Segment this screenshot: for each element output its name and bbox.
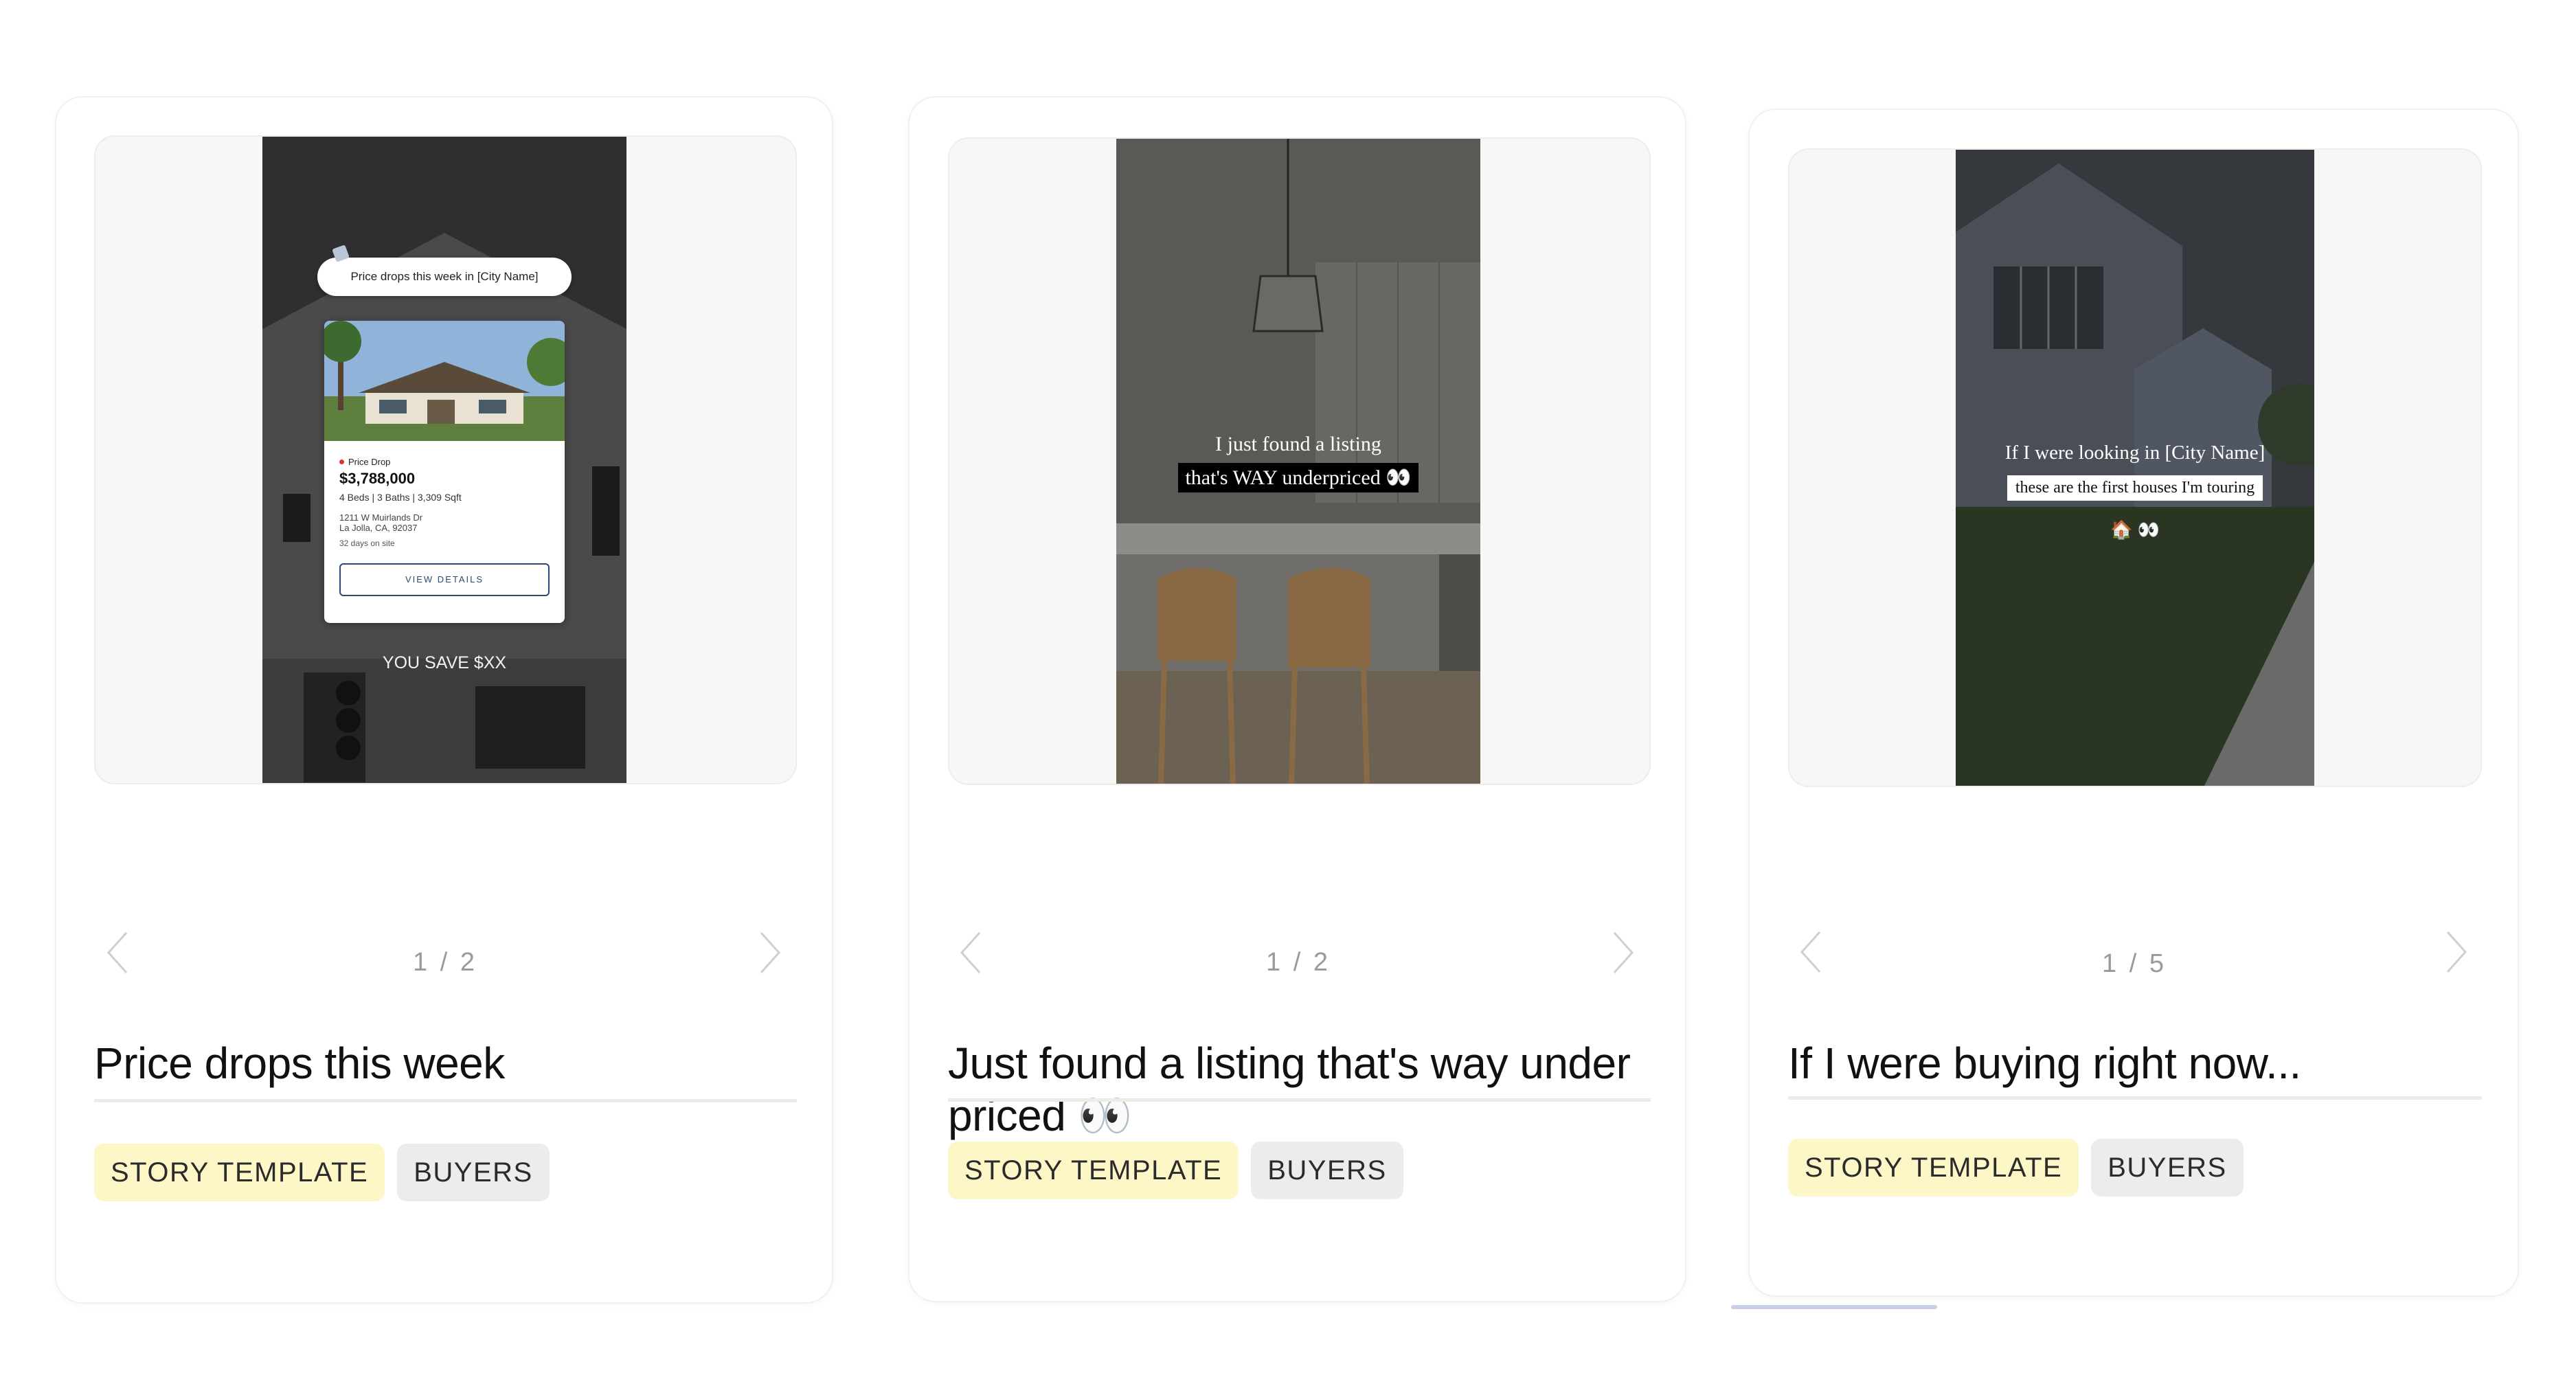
- divider: [94, 1099, 797, 1102]
- view-details-button[interactable]: VIEW DETAILS: [339, 563, 550, 596]
- chevron-right-icon[interactable]: [750, 925, 791, 980]
- story-preview-image[interactable]: Price drops this week in [City Name] Pri…: [262, 137, 626, 783]
- listing-specs: 4 Beds | 3 Baths | 3,309 Sqft: [339, 492, 462, 503]
- template-card-3[interactable]: If I were looking in [City Name] these a…: [1748, 109, 2519, 1297]
- card-title[interactable]: Just found a listing that's way under pr…: [948, 1037, 1656, 1142]
- chevron-right-icon[interactable]: [1603, 925, 1645, 980]
- slide-counter: 1 / 2: [1266, 948, 1331, 977]
- preview-caption-line-1: If I were looking in [City Name]: [2004, 442, 2266, 464]
- listing-price: $3,788,000: [339, 470, 416, 487]
- tags-row: STORY TEMPLATE BUYERS: [94, 1144, 550, 1201]
- story-preview-image[interactable]: I just found a listing that's WAY underp…: [1116, 139, 1480, 784]
- tag-buyers[interactable]: BUYERS: [1251, 1142, 1403, 1199]
- preview-caption-line-2: that's WAY underpriced 👀: [1178, 463, 1419, 492]
- preview-header-pill: Price drops this week in [City Name]: [317, 258, 572, 296]
- preview-frame: Price drops this week in [City Name] Pri…: [94, 135, 797, 784]
- tags-row: STORY TEMPLATE BUYERS: [948, 1142, 1403, 1199]
- card-title[interactable]: If I were buying right now...: [1788, 1037, 2496, 1089]
- slide-counter: 1 / 5: [2102, 949, 2167, 978]
- preview-caption-line-3: 🏠 👀: [2110, 519, 2160, 540]
- kitchen-illustration: [1116, 139, 1480, 784]
- price-drop-icon: [339, 460, 344, 464]
- price-drop-badge: Price Drop: [348, 457, 391, 467]
- chevron-left-icon[interactable]: [1789, 925, 1831, 979]
- chevron-left-icon[interactable]: [949, 925, 991, 980]
- divider: [948, 1098, 1651, 1102]
- slide-counter: 1 / 2: [413, 948, 477, 977]
- story-preview-image[interactable]: If I were looking in [City Name] these a…: [1956, 150, 2314, 786]
- suburban-houses-illustration: [1956, 150, 2314, 786]
- scroll-indicator: [1731, 1305, 1937, 1309]
- template-card-1[interactable]: Price drops this week in [City Name] Pri…: [55, 96, 833, 1304]
- savings-text: YOU SAVE $XX: [382, 653, 507, 672]
- tag-story-template[interactable]: STORY TEMPLATE: [948, 1142, 1239, 1199]
- template-card-2[interactable]: I just found a listing that's WAY underp…: [908, 96, 1686, 1302]
- tag-buyers[interactable]: BUYERS: [397, 1144, 550, 1201]
- divider: [1788, 1096, 2482, 1100]
- tags-row: STORY TEMPLATE BUYERS: [1788, 1139, 2244, 1196]
- tag-story-template[interactable]: STORY TEMPLATE: [1788, 1139, 2079, 1196]
- tag-buyers[interactable]: BUYERS: [2091, 1139, 2244, 1196]
- preview-caption-line-1: I just found a listing: [1215, 433, 1381, 455]
- tag-story-template[interactable]: STORY TEMPLATE: [94, 1144, 385, 1201]
- header-pill-text: Price drops this week in [City Name]: [350, 270, 539, 283]
- listing-address-1: 1211 W Muirlands Dr: [339, 512, 423, 523]
- preview-caption-line-2: these are the first houses I'm touring: [2007, 475, 2263, 501]
- preview-frame: If I were looking in [City Name] these a…: [1788, 148, 2482, 787]
- listing-address-2: La Jolla, CA, 92037: [339, 523, 418, 533]
- card-title[interactable]: Price drops this week: [94, 1037, 802, 1089]
- listing-photo: [324, 321, 565, 441]
- chevron-left-icon[interactable]: [96, 925, 137, 980]
- preview-frame: I just found a listing that's WAY underp…: [948, 137, 1651, 785]
- listing-card[interactable]: Price Drop $3,788,000 4 Beds | 3 Baths |…: [324, 321, 565, 623]
- listing-days: 32 days on site: [339, 538, 395, 548]
- chevron-right-icon[interactable]: [2437, 925, 2478, 979]
